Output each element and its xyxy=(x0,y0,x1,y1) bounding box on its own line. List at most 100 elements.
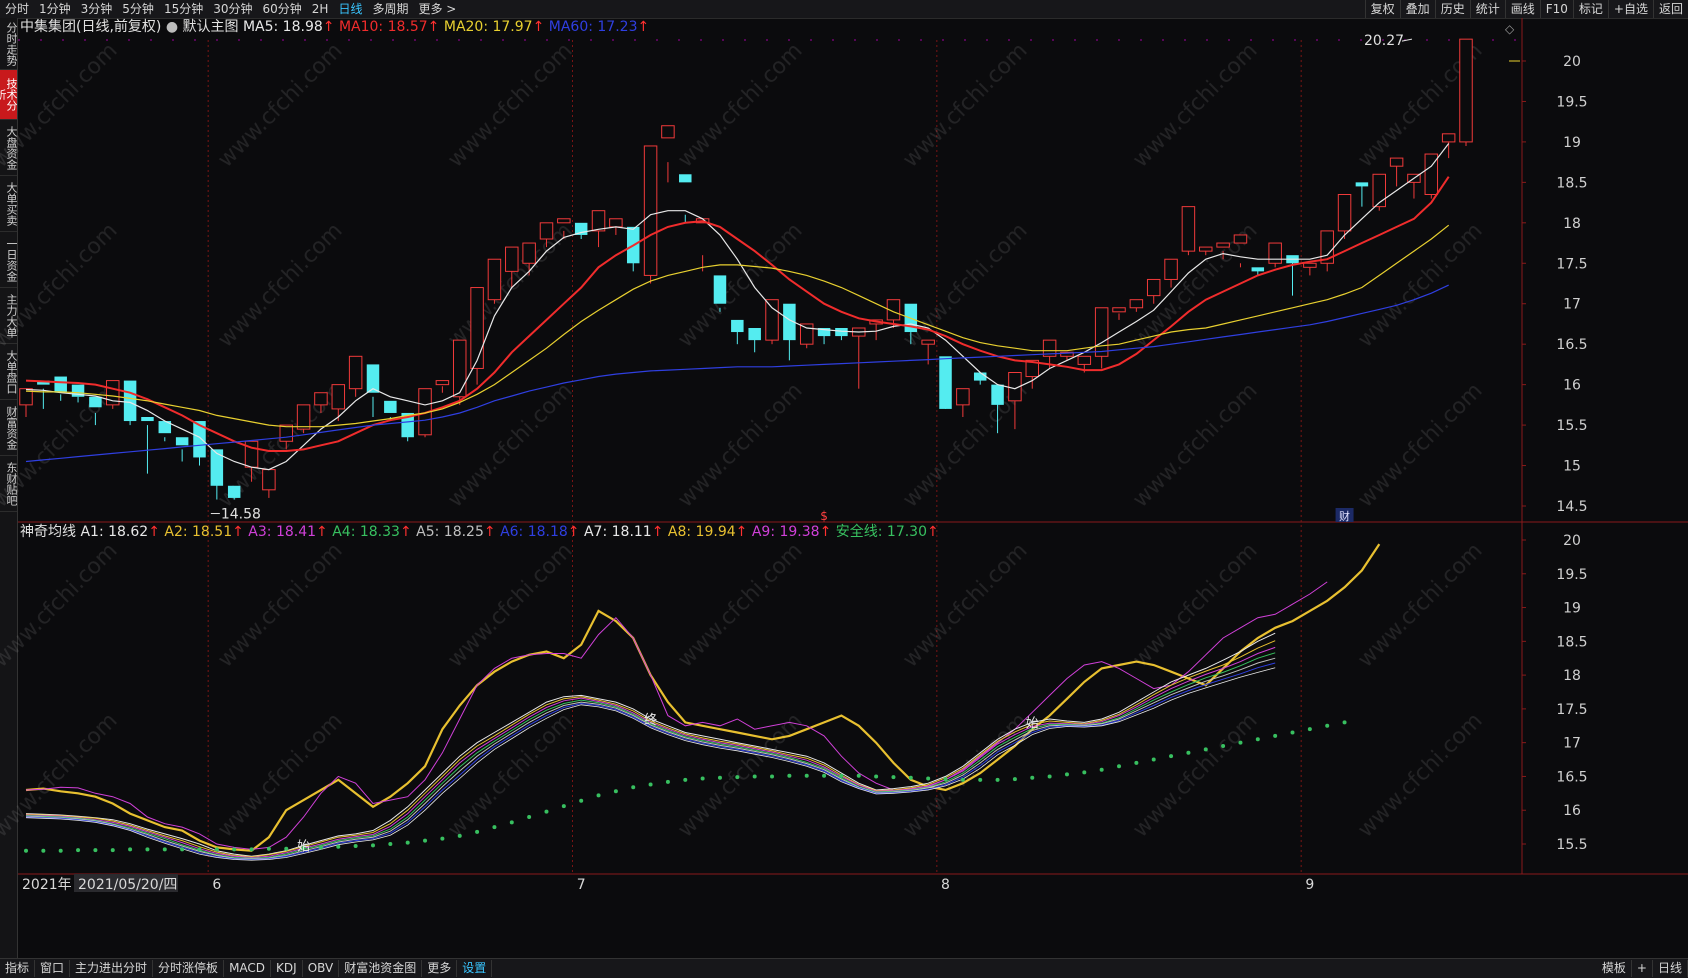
bottom-control[interactable]: 模板 xyxy=(1597,960,1632,977)
candle xyxy=(679,174,692,223)
candle xyxy=(1112,307,1126,320)
watermark-text: www.cfchi.com xyxy=(1128,538,1262,672)
safety-dot xyxy=(318,845,323,850)
candle-body xyxy=(713,275,727,304)
safety-dot xyxy=(353,844,358,849)
candle-body xyxy=(435,380,450,386)
event-badge: 财 xyxy=(1339,509,1350,523)
safety-dot xyxy=(960,777,965,782)
legend-value: MA20: 17.97 xyxy=(444,19,533,35)
candle xyxy=(852,327,866,389)
candle xyxy=(1181,206,1196,256)
y-tick-label: 17 xyxy=(1563,297,1581,313)
candle xyxy=(175,437,189,462)
legend-value: MA60: 17.23 xyxy=(549,19,638,35)
y-tick-label: 19.5 xyxy=(1556,567,1587,583)
candle xyxy=(54,376,67,401)
candle-body xyxy=(1441,133,1456,143)
y-tick-label: 19.5 xyxy=(1556,94,1587,110)
legend-value: A8: 19.94 xyxy=(668,524,736,540)
watermark-text: www.cfchi.com xyxy=(898,538,1032,672)
safety-dot xyxy=(1151,757,1156,762)
indicator-tab[interactable]: 财富池资金图 xyxy=(339,960,423,977)
indicator-tab[interactable]: 更多 xyxy=(422,960,458,977)
candle-body xyxy=(1112,307,1126,313)
x-tick-label: 2021/05/20/四 xyxy=(78,877,177,893)
safety-dot xyxy=(822,773,827,778)
candle-body xyxy=(227,485,241,498)
safety-dot xyxy=(457,833,462,838)
candle-body xyxy=(470,287,484,369)
safety-dot xyxy=(370,843,375,848)
indicator-tab[interactable]: 指标 xyxy=(0,960,36,977)
candle-body xyxy=(1094,307,1109,357)
safety-dot xyxy=(1307,727,1312,732)
legend-value: A9: 19.38 xyxy=(752,524,820,540)
candle xyxy=(1286,255,1299,296)
candle xyxy=(661,125,675,183)
stock-chart: www.cfchi.com www.cfchi.com www.cfchi.com w… xyxy=(0,18,1688,893)
legend-separator: ↑ xyxy=(323,19,335,35)
safety-dot xyxy=(162,847,167,852)
watermark-text: www.cfchi.com xyxy=(898,38,1032,172)
watermark-text: www.cfchi.com xyxy=(443,218,577,352)
candle xyxy=(1094,307,1109,369)
safety-dot xyxy=(93,848,98,853)
candle-body xyxy=(331,384,346,410)
safety-dot xyxy=(631,785,636,790)
indicator-tab[interactable]: KDJ xyxy=(271,960,303,977)
safety-dot xyxy=(423,838,428,843)
safety-dot xyxy=(700,776,705,781)
candle-body xyxy=(1268,242,1282,264)
indicator-tab[interactable]: 窗口 xyxy=(35,960,71,977)
watermark-text: www.cfchi.com xyxy=(1353,378,1487,512)
legend-separator: ↑ xyxy=(533,19,545,35)
safety-dot xyxy=(1221,744,1226,749)
safety-dot xyxy=(388,842,393,846)
watermark-layer: www.cfchi.com www.cfchi.com www.cfchi.com w… xyxy=(0,38,1488,842)
candle xyxy=(1268,242,1282,268)
indicator-tab[interactable]: MACD xyxy=(224,960,272,977)
candle-body xyxy=(591,210,606,232)
candle xyxy=(1355,182,1369,207)
safety-dot xyxy=(1325,723,1330,728)
candle-body xyxy=(991,384,1004,405)
series-line-a4 xyxy=(25,652,1276,859)
safety-dot xyxy=(1117,764,1122,769)
safety-dot xyxy=(561,804,566,809)
candle-body xyxy=(973,372,987,381)
signal-marker: 始 xyxy=(1026,716,1039,731)
safety-dot xyxy=(1134,760,1139,765)
indicator-tab[interactable]: 设置 xyxy=(457,960,493,977)
safety-dot xyxy=(1186,750,1191,755)
legend-row: 神奇均线 A1: 18.62↑ A2: 18.51↑ A3: 18.41↑ A4… xyxy=(20,523,939,540)
indicator-tab[interactable]: 分时涨停板 xyxy=(153,960,225,977)
legend-separator: ↑ xyxy=(736,524,748,540)
candle-body xyxy=(1146,278,1161,297)
safety-dot xyxy=(76,848,81,853)
candle xyxy=(19,388,33,417)
safety-dot xyxy=(787,773,792,778)
candle xyxy=(731,319,744,345)
legend-separator: ↑ xyxy=(316,524,328,540)
indicator-tab[interactable]: 主力进出分时 xyxy=(70,960,154,977)
candle-body xyxy=(1372,173,1386,208)
y-tick-label: 18.5 xyxy=(1556,634,1587,650)
safety-dot xyxy=(839,773,844,778)
candle xyxy=(470,287,484,385)
bottom-control[interactable]: 日线 xyxy=(1653,960,1688,977)
indicator-tab[interactable]: OBV xyxy=(303,960,340,977)
safety-dot xyxy=(717,775,722,780)
y-tick-label: 19 xyxy=(1563,601,1581,617)
bottom-control[interactable]: + xyxy=(1632,960,1653,977)
candle xyxy=(348,355,363,397)
legend-value: A2: 18.51 xyxy=(164,524,232,540)
legend-value: MA10: 18.57 xyxy=(339,19,428,35)
candle-body xyxy=(921,339,935,345)
safety-dot xyxy=(1099,767,1104,772)
safety-dot xyxy=(926,776,931,781)
watermark-text: www.cfchi.com xyxy=(0,218,123,352)
candle-body xyxy=(799,323,814,345)
legend-value: A4: 18.33 xyxy=(332,524,400,540)
watermark-text: www.cfchi.com xyxy=(213,218,347,352)
